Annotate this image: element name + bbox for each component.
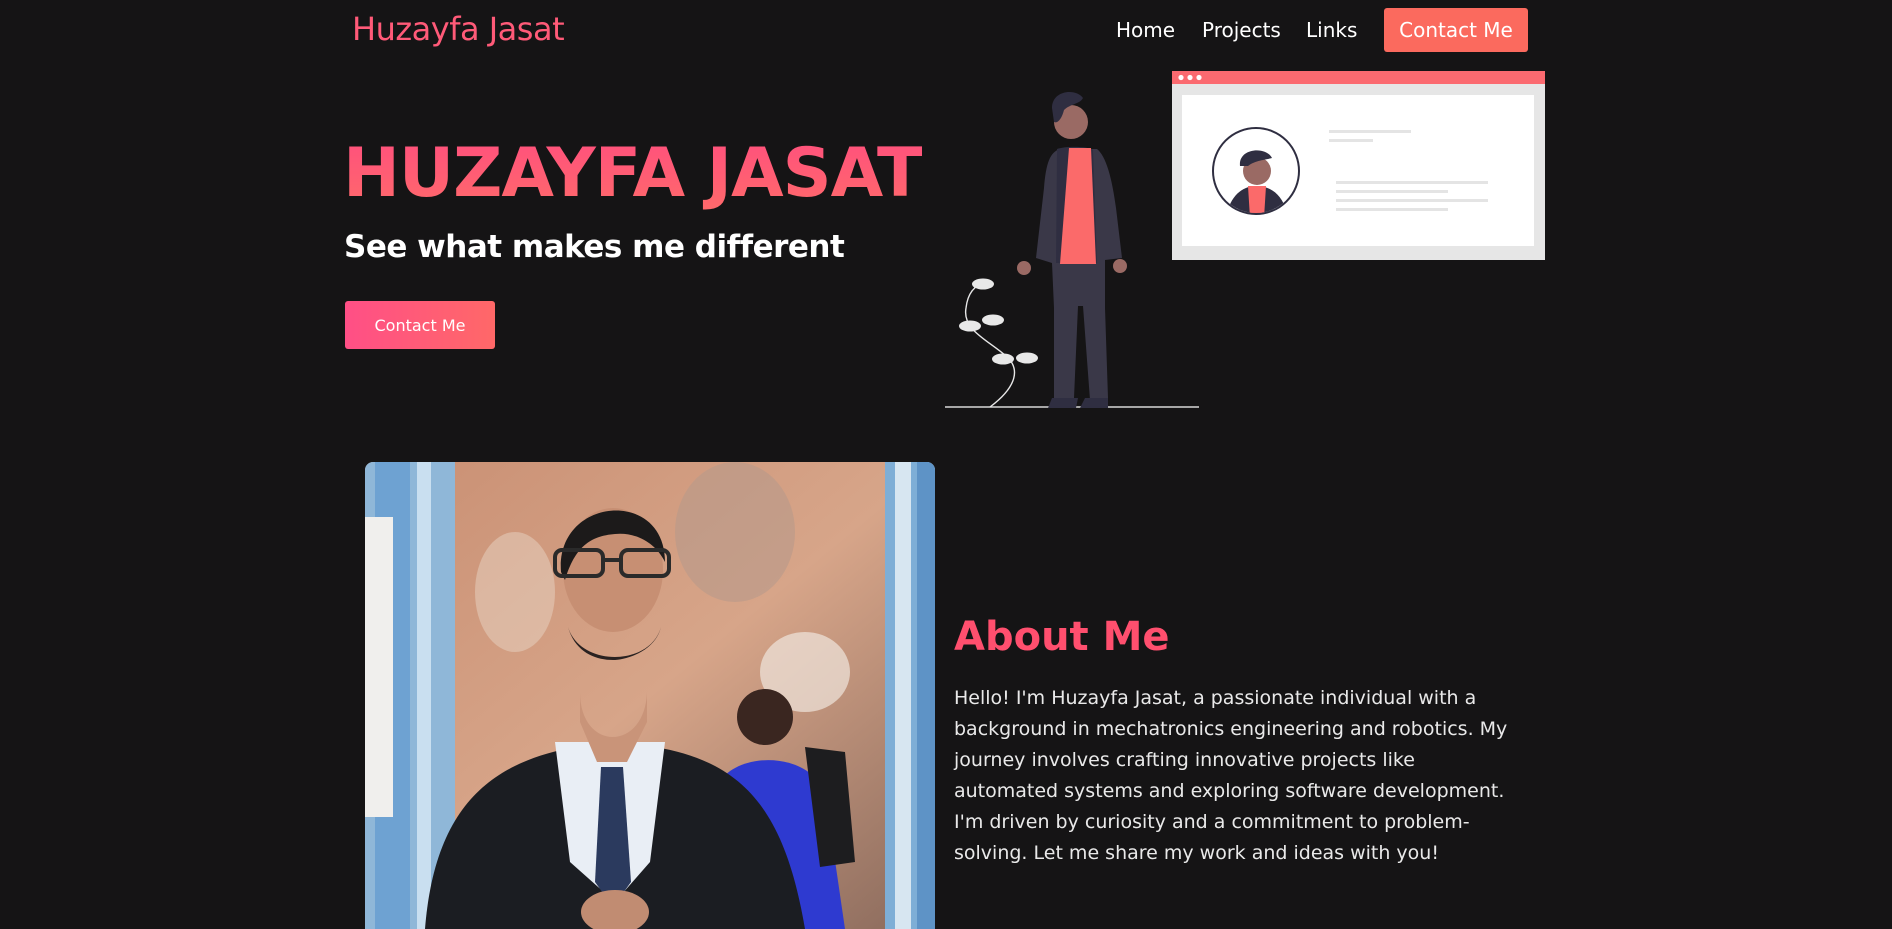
hero-title: HUZAYFA JASAT — [343, 134, 923, 213]
nav-home[interactable]: Home — [1116, 18, 1175, 42]
portrait-photo — [365, 462, 935, 929]
nav-links[interactable]: Links — [1306, 18, 1357, 42]
plant-icon — [959, 278, 1038, 408]
browser-window-icon — [1172, 71, 1545, 260]
brand-logo[interactable]: Huzayfa Jasat — [352, 10, 565, 48]
profile-illustration — [945, 71, 1545, 408]
hero-contact-button[interactable]: Contact Me — [345, 301, 495, 349]
about-title: About Me — [954, 614, 1170, 660]
nav-projects[interactable]: Projects — [1202, 18, 1281, 42]
nav-contact-button[interactable]: Contact Me — [1384, 8, 1528, 52]
hero-subtitle: See what makes me different — [344, 229, 845, 265]
about-text: Hello! I'm Huzayfa Jasat, a passionate i… — [954, 687, 1508, 864]
